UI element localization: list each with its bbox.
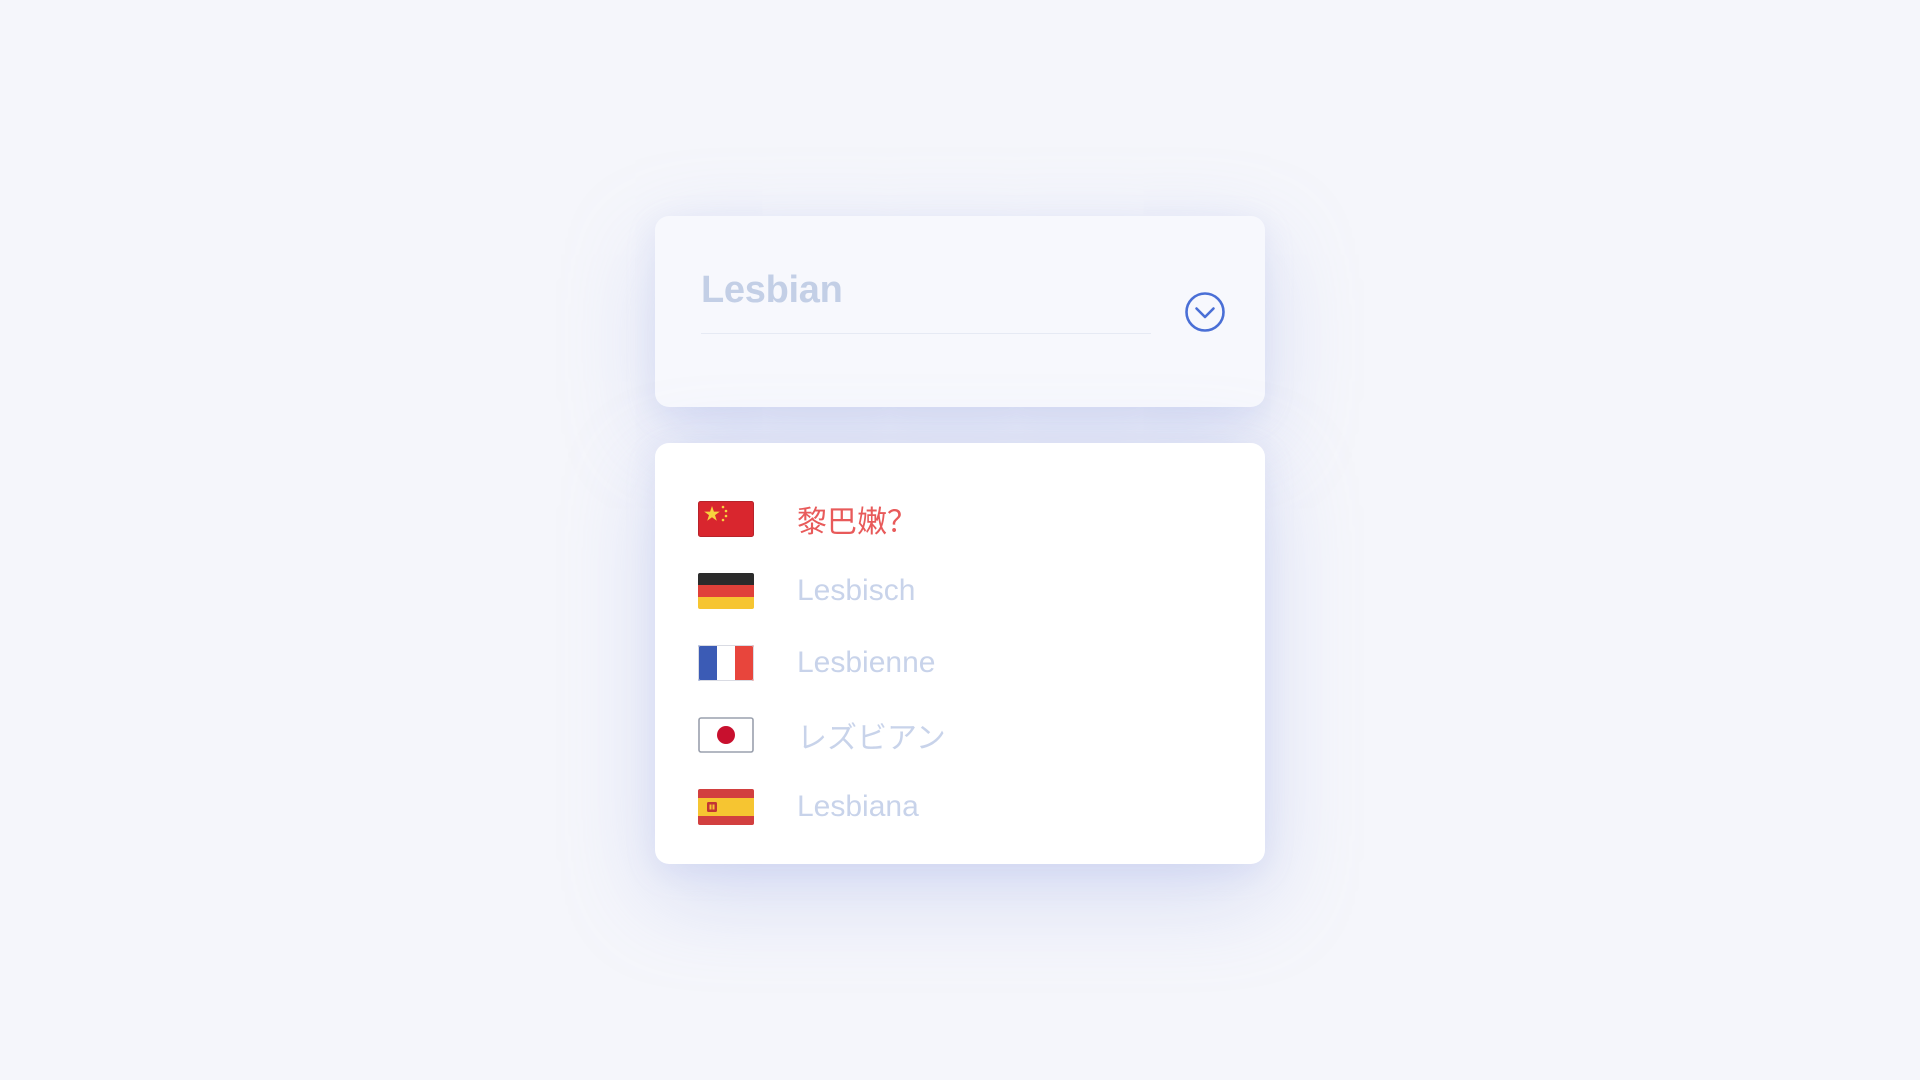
language-select-field: [655, 216, 1265, 407]
germany-flag-icon: [698, 573, 754, 609]
input-underline: [701, 333, 1151, 334]
japan-flag-icon: [698, 717, 754, 753]
option-label: 黎巴嫩？: [797, 506, 917, 539]
list-item-french[interactable]: Lesbienne: [655, 627, 1265, 699]
list-item-chinese[interactable]: 黎巴嫩？: [655, 483, 1265, 555]
list-item-german[interactable]: Lesbisch: [655, 555, 1265, 627]
search-input[interactable]: [701, 266, 1151, 314]
china-flag-icon: [698, 501, 754, 537]
list-item-japanese[interactable]: レズビアン: [655, 699, 1265, 771]
dropdown-toggle-button[interactable]: [1183, 290, 1227, 334]
list-item-spanish[interactable]: Lesbiana: [655, 771, 1265, 843]
option-label: レズビアン: [797, 722, 946, 755]
france-flag-icon: [698, 645, 754, 681]
option-label: Lesbienne: [797, 646, 936, 679]
page: 黎巴嫩？ Lesbisch: [0, 0, 1920, 1080]
spain-flag-icon: [698, 789, 754, 825]
options-dropdown-list: 黎巴嫩？ Lesbisch Lesbienne レズビアン Lesbiana: [655, 443, 1265, 864]
chevron-down-circle-icon: [1185, 292, 1225, 332]
option-label: Lesbisch: [797, 574, 916, 607]
option-label: Lesbiana: [797, 790, 919, 823]
